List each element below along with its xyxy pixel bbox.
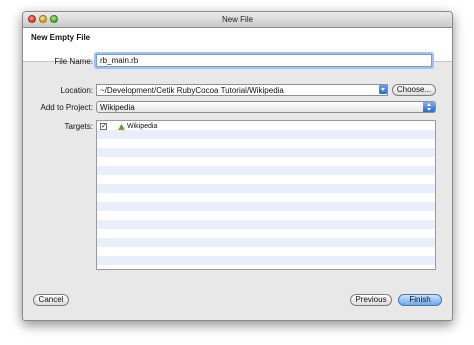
target-name: Wikipedia [127, 123, 158, 130]
cancel-button[interactable]: Cancel [33, 294, 69, 306]
location-dropdown-icon[interactable] [379, 85, 387, 94]
title-bar: New File [23, 12, 452, 28]
target-checkbox[interactable]: ✓ [100, 123, 107, 130]
select-arrows-icon[interactable] [423, 102, 435, 112]
add-to-project-select[interactable]: Wikipedia [96, 101, 436, 113]
location-field[interactable]: ~/Development/Cetik RubyCocoa Tutorial/W… [96, 84, 388, 96]
window-title: New File [221, 15, 254, 24]
location-label: Location: [60, 86, 93, 95]
targets-list[interactable]: ✓ Wikipedia [96, 120, 436, 270]
page-title: New Empty File [31, 33, 91, 42]
target-icon [117, 123, 126, 131]
finish-button[interactable]: Finish [398, 294, 442, 306]
file-name-field[interactable]: rb_main.rb [96, 54, 432, 67]
add-to-project-label: Add to Project: [40, 103, 93, 112]
targets-label: Targets: [64, 122, 93, 131]
file-name-label: File Name: [54, 57, 93, 66]
new-file-window: New File New Empty File File Name: rb_ma… [22, 11, 453, 321]
choose-button[interactable]: Choose... [392, 84, 436, 96]
previous-button[interactable]: Previous [350, 294, 392, 306]
